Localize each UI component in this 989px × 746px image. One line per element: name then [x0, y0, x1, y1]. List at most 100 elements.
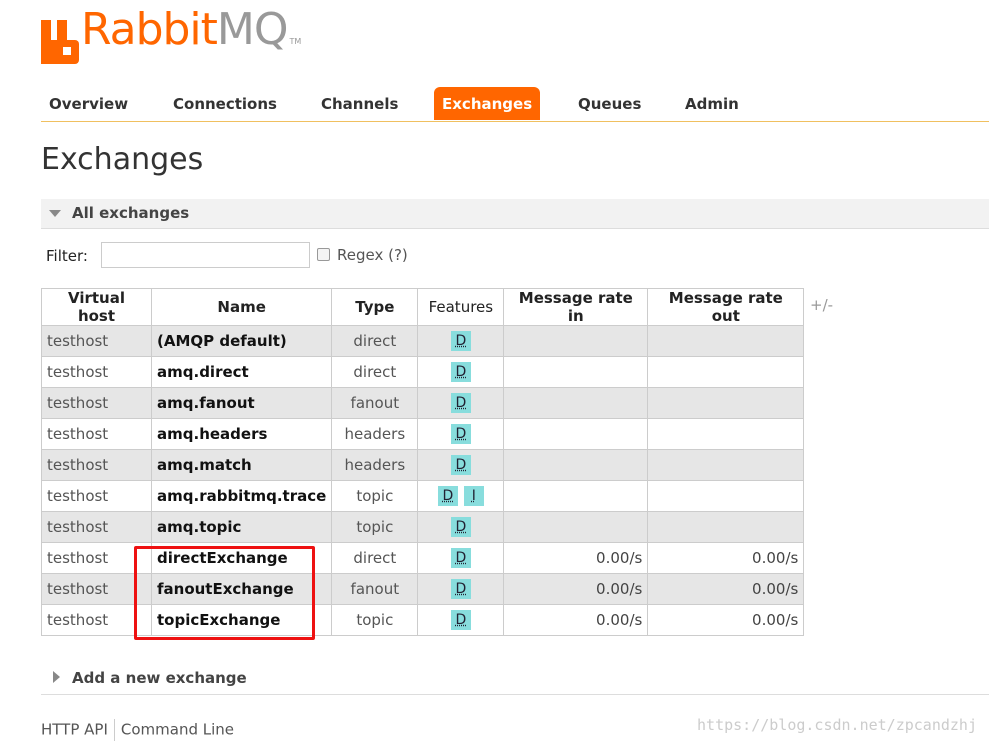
feature-badge: D: [450, 362, 471, 382]
feature-badge: D: [450, 579, 471, 599]
watermark: https://blog.csdn.net/zpcandzhj: [697, 716, 977, 734]
rabbitmq-logo: RabbitMQ TM: [41, 8, 301, 64]
cell-rate-out: 0.00/s: [647, 604, 805, 636]
cell-rate-in: 0.00/s: [503, 542, 649, 574]
regex-label[interactable]: Regex (?): [337, 246, 408, 264]
cell-rate-in: [503, 387, 649, 419]
feature-badge: D: [450, 610, 471, 630]
exchange-name-link[interactable]: amq.rabbitmq.trace: [150, 480, 333, 512]
cell-rate-in: [503, 449, 649, 481]
cell-rate-in: [503, 356, 649, 388]
filter-label: Filter:: [46, 247, 88, 265]
cell-rate-out: [647, 418, 805, 450]
filter-input[interactable]: [101, 242, 310, 268]
cell-rate-out: [647, 387, 805, 419]
page-title: Exchanges: [41, 142, 204, 177]
expand-triangle-icon: [53, 671, 60, 683]
cell-features: D: [417, 356, 505, 388]
regex-checkbox[interactable]: [317, 248, 330, 261]
col-message-rate-out: Message rate out: [647, 288, 805, 326]
cell-type: fanout: [331, 387, 419, 419]
exchange-name-link[interactable]: amq.fanout: [150, 387, 333, 419]
tab-connections[interactable]: Connections: [165, 87, 285, 120]
cell-virtual-host: testhost: [41, 325, 152, 357]
col-name[interactable]: Name: [150, 288, 333, 326]
tab-channels[interactable]: Channels: [313, 87, 406, 120]
footer: HTTP API Command Line: [41, 719, 234, 741]
cell-virtual-host: testhost: [41, 356, 152, 388]
footer-divider: [113, 719, 115, 741]
cell-virtual-host: testhost: [41, 387, 152, 419]
feature-badge: D: [450, 517, 471, 537]
collapse-triangle-icon: [49, 210, 61, 217]
add-exchange-toggle[interactable]: Add a new exchange: [41, 664, 989, 695]
cell-rate-out: [647, 449, 805, 481]
feature-badge: D: [450, 331, 471, 351]
columns-toggle-plus-minus[interactable]: +/-: [810, 296, 833, 314]
http-api-link[interactable]: HTTP API: [41, 721, 108, 739]
cell-rate-in: [503, 418, 649, 450]
cell-rate-out: [647, 356, 805, 388]
cell-rate-in: [503, 511, 649, 543]
tab-overview[interactable]: Overview: [41, 87, 136, 120]
cell-type: direct: [331, 542, 419, 574]
cell-features: D: [417, 542, 505, 574]
table-row: testhost amq.topic topic D: [41, 511, 805, 543]
cell-type: fanout: [331, 573, 419, 605]
table-row: testhost amq.match headers D: [41, 449, 805, 481]
cell-features: D: [417, 325, 505, 357]
cell-features: D: [417, 511, 505, 543]
feature-badge: D: [450, 424, 471, 444]
all-exchanges-toggle[interactable]: All exchanges: [41, 199, 989, 229]
feature-badge: D: [450, 548, 471, 568]
cell-virtual-host: testhost: [41, 511, 152, 543]
cell-rate-out: 0.00/s: [647, 573, 805, 605]
cell-features: D: [417, 387, 505, 419]
feature-badge: I: [463, 486, 484, 506]
cell-rate-out: 0.00/s: [647, 542, 805, 574]
table-row: testhost amq.direct direct D: [41, 356, 805, 388]
rabbitmq-logo-icon: [41, 20, 79, 64]
cell-rate-in: [503, 325, 649, 357]
cell-virtual-host: testhost: [41, 418, 152, 450]
red-highlight-box: [134, 546, 315, 640]
cell-virtual-host: testhost: [41, 480, 152, 512]
section-title: All exchanges: [72, 204, 190, 222]
add-exchange-title: Add a new exchange: [72, 669, 247, 687]
cell-features: D: [417, 418, 505, 450]
exchange-name-link[interactable]: amq.topic: [150, 511, 333, 543]
cell-rate-in: 0.00/s: [503, 573, 649, 605]
exchange-name-link[interactable]: (AMQP default): [150, 325, 333, 357]
feature-badge: D: [450, 455, 471, 475]
cell-features: DI: [417, 480, 505, 512]
cell-rate-in: [503, 480, 649, 512]
exchange-name-link[interactable]: amq.headers: [150, 418, 333, 450]
cell-rate-in: 0.00/s: [503, 604, 649, 636]
col-features: Features: [417, 288, 505, 326]
table-header-row: Virtual host Name Type Features Message …: [41, 288, 805, 326]
feature-badge: D: [450, 393, 471, 413]
table-row: testhost amq.rabbitmq.trace topic D I: [41, 480, 805, 512]
tab-admin[interactable]: Admin: [677, 87, 747, 120]
exchange-name-link[interactable]: amq.match: [150, 449, 333, 481]
tab-exchanges[interactable]: Exchanges: [434, 87, 541, 120]
feature-badge: D: [437, 486, 458, 506]
tab-queues[interactable]: Queues: [570, 87, 649, 120]
logo-wordmark: RabbitMQ TM: [81, 4, 302, 55]
cell-type: topic: [331, 480, 419, 512]
cell-type: direct: [331, 356, 419, 388]
table-row: testhost amq.headers headers D: [41, 418, 805, 450]
col-virtual-host[interactable]: Virtual host: [41, 288, 152, 326]
cell-features: D: [417, 604, 505, 636]
cell-features: D: [417, 449, 505, 481]
exchange-name-link[interactable]: amq.direct: [150, 356, 333, 388]
cell-type: headers: [331, 449, 419, 481]
col-type[interactable]: Type: [331, 288, 419, 326]
cell-rate-out: [647, 511, 805, 543]
table-row: testhost (AMQP default) direct D: [41, 325, 805, 357]
col-message-rate-in: Message rate in: [503, 288, 649, 326]
main-nav: Overview Connections Channels Exchanges …: [41, 87, 989, 122]
command-line-link[interactable]: Command Line: [121, 721, 234, 739]
cell-type: topic: [331, 604, 419, 636]
cell-type: headers: [331, 418, 419, 450]
